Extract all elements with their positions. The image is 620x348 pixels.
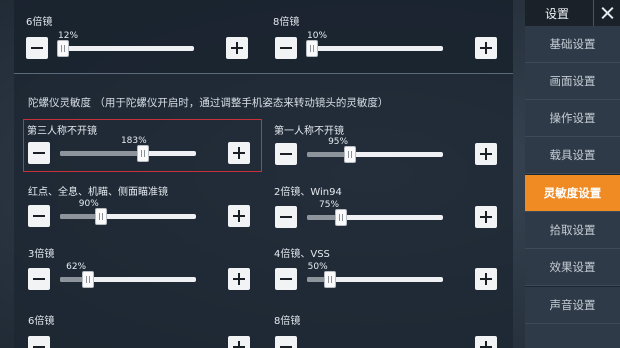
minus-icon [33,152,45,154]
slider-handle[interactable] [94,208,107,225]
minus-icon [280,278,292,280]
sidebar-item-sensitivity[interactable]: 灵敏度设置 [525,175,620,212]
sidebar-item-controls[interactable]: 操作设置 [525,100,620,137]
label-3x: 3倍镜 [28,249,55,260]
label-red-dot: 红点、全息、机瞄、侧面瞄准镜 [28,187,168,198]
sidebar-item-vehicle[interactable]: 载具设置 [525,137,620,174]
slider-handle[interactable] [82,271,95,288]
label-third-person: 第三人称不开镜 [27,126,97,137]
decrease-button[interactable] [28,268,50,290]
slider-8x-bottom-partial [275,336,497,348]
increase-button[interactable] [228,205,250,227]
slider-handle[interactable] [344,146,357,163]
minus-icon [31,47,43,49]
increase-button[interactable] [475,268,497,290]
decrease-button[interactable] [275,268,297,290]
slider-track[interactable] [60,277,196,282]
slider-first-person: 95% [275,137,497,167]
slider-red-dot: 90% [28,199,250,229]
close-button[interactable] [593,0,620,26]
sidebar-title: 设置 [545,7,570,21]
decrease-button[interactable] [28,336,50,348]
sidebar-header: 设置 [525,0,620,26]
gyro-section-title: 陀螺仪灵敏度 （用于陀螺仪开启时，通过调整手机姿态来转动镜头的灵敏度） [28,97,389,109]
minus-icon [33,278,45,280]
sidebar-item-pickup[interactable]: 拾取设置 [525,212,620,249]
increase-button[interactable] [475,143,497,165]
decrease-button[interactable] [28,205,50,227]
sidebar-item-more[interactable] [525,324,620,348]
slider-handle[interactable] [335,209,347,226]
minus-icon [280,153,292,155]
increase-button[interactable] [475,37,497,59]
settings-sidebar: 设置 基础设置 画面设置 操作设置 载具设置 灵敏度设置 拾取设置 效果设置 声… [525,0,620,348]
slider-6x-bottom-partial [28,336,250,348]
slider-4x: 50% [275,262,497,292]
slider-track[interactable] [60,151,196,156]
slider-handle[interactable] [323,271,336,288]
slider-handle[interactable] [136,145,149,162]
decrease-button[interactable] [26,37,48,59]
slider-8x-top: 10% [275,31,497,61]
increase-button[interactable] [228,336,250,348]
minus-icon [280,216,292,218]
slider-2x: 75% [275,200,497,230]
label-8x-bottom: 8倍镜 [274,316,301,327]
decrease-button[interactable] [275,143,297,165]
increase-button[interactable] [226,37,248,59]
sidebar-item-effects[interactable]: 效果设置 [525,249,620,286]
label-8x-top: 8倍镜 [273,17,300,28]
slider-handle[interactable] [57,40,70,57]
decrease-button[interactable] [275,37,297,59]
slider-fill [60,151,143,156]
label-6x-bottom: 6倍镜 [28,316,55,327]
slider-handle[interactable] [305,40,318,57]
sidebar-item-sound[interactable]: 声音设置 [525,287,620,324]
slider-track[interactable] [307,215,443,220]
slider-track[interactable] [58,46,194,51]
label-2x: 2倍镜、Win94 [274,187,342,198]
label-first-person: 第一人称不开镜 [274,126,344,137]
decrease-button[interactable] [275,206,297,228]
slider-track[interactable] [307,46,443,51]
minus-icon [280,47,292,49]
slider-3x: 62% [28,262,250,292]
increase-button[interactable] [475,336,497,348]
increase-button[interactable] [228,268,250,290]
slider-6x-top: 12% [26,31,248,61]
label-4x: 4倍镜、VSS [274,249,330,260]
increase-button[interactable] [228,142,250,164]
increase-button[interactable] [475,206,497,228]
settings-panel[interactable]: 6倍镜 12% 8倍镜 10% 陀螺仪灵敏度 （用于陀螺仪开启时，通过调整手机姿… [14,0,513,348]
decrease-button[interactable] [275,336,297,348]
sidebar-item-graphics[interactable]: 画面设置 [525,63,620,100]
sidebar-item-basic[interactable]: 基础设置 [525,26,620,63]
slider-track[interactable] [307,152,443,157]
slider-track[interactable] [60,214,196,219]
decrease-button[interactable] [28,142,50,164]
label-6x-top: 6倍镜 [26,17,53,28]
minus-icon [33,215,45,217]
slider-third-person: 183% [28,136,250,166]
